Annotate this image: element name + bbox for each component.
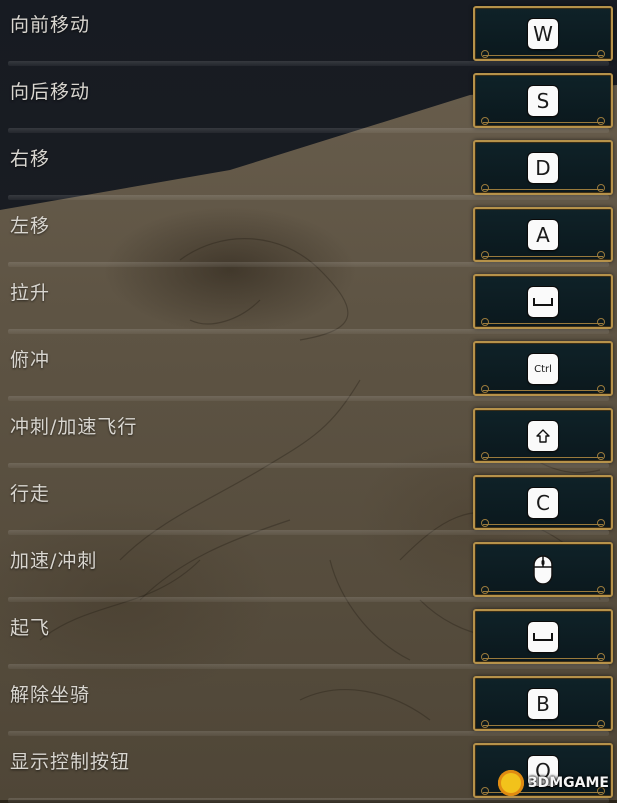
keybinding-row-takeoff: 起飞 xyxy=(0,603,617,669)
key-cap: A xyxy=(528,220,558,250)
action-label: 拉升 xyxy=(10,282,51,304)
ornament-decoration xyxy=(481,384,605,393)
keybind-slot-takeoff[interactable] xyxy=(473,609,613,664)
keybind-slot-walk[interactable]: C xyxy=(473,475,613,530)
ornament-decoration xyxy=(481,250,605,259)
keybind-slot-move-forward[interactable]: W xyxy=(473,6,613,61)
keybind-slot-move-left[interactable]: A xyxy=(473,207,613,262)
key-cap: D xyxy=(528,153,558,183)
key-cap: B xyxy=(528,689,558,719)
keybinding-row-dismount: 解除坐骑 B xyxy=(0,670,617,736)
ornament-decoration xyxy=(481,652,605,661)
keybinding-list: 向前移动 W 向后移动 S 右移 D 左移 A 拉升 俯冲 Ctrl 冲刺/加速… xyxy=(0,0,617,803)
keybinding-row-dive: 俯冲 Ctrl xyxy=(0,335,617,401)
ornament-decoration xyxy=(481,719,605,728)
mouse-icon xyxy=(528,555,558,585)
keybinding-row-boost: 加速/冲刺 xyxy=(0,536,617,602)
keybind-slot-dive[interactable]: Ctrl xyxy=(473,341,613,396)
keybind-slot-boost[interactable] xyxy=(473,542,613,597)
keybinding-row-move-right: 右移 D xyxy=(0,134,617,200)
action-label: 显示控制按钮 xyxy=(10,751,131,773)
action-label: 冲刺/加速飞行 xyxy=(10,416,138,438)
action-label: 右移 xyxy=(10,148,51,170)
ornament-decoration xyxy=(481,49,605,58)
action-label: 向后移动 xyxy=(10,81,91,103)
keybinding-row-walk: 行走 C xyxy=(0,469,617,535)
action-label: 俯冲 xyxy=(10,349,51,371)
action-label: 行走 xyxy=(10,483,51,505)
ornament-decoration xyxy=(481,518,605,527)
ornament-decoration xyxy=(481,116,605,125)
action-label: 左移 xyxy=(10,215,51,237)
keybinding-row-sprint-fly: 冲刺/加速飞行 xyxy=(0,402,617,468)
key-cap: C xyxy=(528,488,558,518)
keybinding-row-move-left: 左移 A xyxy=(0,201,617,267)
keybind-slot-dismount[interactable]: B xyxy=(473,676,613,731)
action-label: 解除坐骑 xyxy=(10,684,91,706)
spacebar-icon xyxy=(528,287,558,317)
ornament-decoration xyxy=(481,317,605,326)
keybind-slot-move-backward[interactable]: S xyxy=(473,73,613,128)
key-cap: W xyxy=(528,19,558,49)
watermark: 3DMGAME xyxy=(497,770,609,796)
keybind-slot-sprint-fly[interactable] xyxy=(473,408,613,463)
watermark-logo-icon xyxy=(497,770,524,796)
watermark-text: 3DMGAME xyxy=(527,775,609,791)
keybind-slot-ascend[interactable] xyxy=(473,274,613,329)
spacebar-icon xyxy=(528,622,558,652)
key-cap: Ctrl xyxy=(528,354,558,384)
shift-icon xyxy=(528,421,558,451)
keybind-slot-move-right[interactable]: D xyxy=(473,140,613,195)
keybinding-row-ascend: 拉升 xyxy=(0,268,617,334)
keybinding-row-move-forward: 向前移动 W xyxy=(0,0,617,66)
action-label: 起飞 xyxy=(10,617,51,639)
key-cap: S xyxy=(528,86,558,116)
ornament-decoration xyxy=(481,585,605,594)
action-label: 加速/冲刺 xyxy=(10,550,98,572)
ornament-decoration xyxy=(481,183,605,192)
ornament-decoration xyxy=(481,451,605,460)
action-label: 向前移动 xyxy=(10,14,91,36)
keybinding-row-move-backward: 向后移动 S xyxy=(0,67,617,133)
